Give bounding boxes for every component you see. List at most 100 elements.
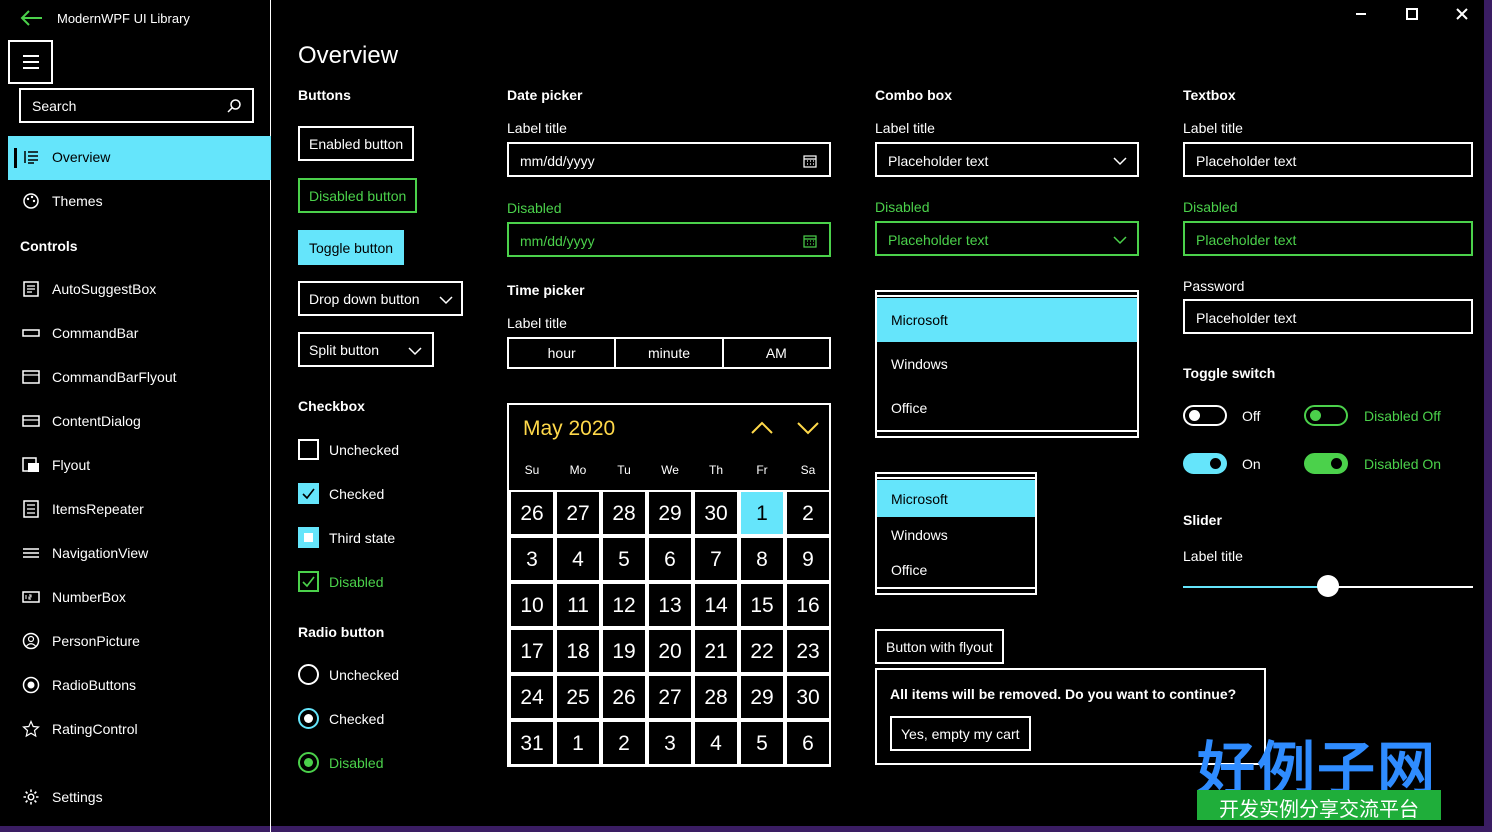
toggle-button[interactable]: Toggle button: [298, 230, 405, 265]
calendar-day[interactable]: 27: [647, 674, 693, 720]
checkbox-checked[interactable]: [298, 483, 319, 504]
search-box[interactable]: Search: [19, 88, 254, 123]
calendar-day[interactable]: 14: [693, 582, 739, 628]
calendar-day[interactable]: 6: [647, 536, 693, 582]
enabled-button[interactable]: Enabled button: [298, 126, 415, 161]
calendar-day[interactable]: 2: [601, 720, 647, 766]
calendar-day[interactable]: 27: [555, 490, 601, 536]
close-button[interactable]: [1450, 4, 1474, 24]
list-item[interactable]: Windows: [877, 342, 1137, 386]
calendar-day[interactable]: 1: [739, 490, 785, 536]
calendar-day[interactable]: 26: [509, 490, 555, 536]
nav-item-overview[interactable]: Overview: [8, 136, 271, 180]
nav-item-themes[interactable]: Themes: [8, 180, 271, 224]
nav-item-contentdialog[interactable]: ContentDialog: [8, 400, 271, 444]
calendar-day[interactable]: 7: [693, 536, 739, 582]
calendar-day[interactable]: 17: [509, 628, 555, 674]
calendar-day[interactable]: 11: [555, 582, 601, 628]
confirm-empty-cart-button[interactable]: Yes, empty my cart: [890, 716, 1031, 751]
combo-box[interactable]: Placeholder text: [875, 142, 1139, 177]
calendar-day[interactable]: 26: [601, 674, 647, 720]
calendar-icon[interactable]: [803, 154, 817, 168]
calendar-day[interactable]: 1: [555, 720, 601, 766]
radio-unchecked[interactable]: [298, 664, 319, 685]
chevron-up-icon[interactable]: [750, 420, 774, 436]
list-item[interactable]: Microsoft: [877, 480, 1035, 517]
textbox-input[interactable]: Placeholder text: [1183, 142, 1473, 177]
slider-thumb[interactable]: [1317, 575, 1339, 597]
calendar-day[interactable]: 8: [739, 536, 785, 582]
back-arrow-icon[interactable]: [18, 8, 44, 28]
time-picker-hour[interactable]: hour: [509, 339, 617, 367]
nav-item-autosuggestbox[interactable]: AutoSuggestBox: [8, 268, 271, 312]
calendar-day[interactable]: 31: [509, 720, 555, 766]
calendar-day[interactable]: 28: [601, 490, 647, 536]
checkbox-unchecked[interactable]: [298, 439, 319, 460]
combo-box-placeholder: Placeholder text: [888, 153, 989, 169]
calendar-day[interactable]: 13: [647, 582, 693, 628]
split-button[interactable]: Split button: [298, 332, 434, 367]
toggle-switch-disabled-on: [1304, 453, 1348, 474]
calendar-day[interactable]: 15: [739, 582, 785, 628]
calendar-day[interactable]: 29: [739, 674, 785, 720]
calendar-day[interactable]: 22: [739, 628, 785, 674]
calendar-day[interactable]: 9: [785, 536, 831, 582]
radio-checked[interactable]: [298, 708, 319, 729]
list-item[interactable]: Windows: [877, 517, 1035, 552]
calendar-day[interactable]: 20: [647, 628, 693, 674]
date-picker-input[interactable]: mm/dd/yyyy: [507, 142, 831, 177]
calendar-day[interactable]: 2: [785, 490, 831, 536]
toggle-switch-off[interactable]: [1183, 405, 1227, 426]
calendar-day[interactable]: 4: [693, 720, 739, 766]
calendar-day[interactable]: 25: [555, 674, 601, 720]
minimize-button[interactable]: [1349, 4, 1373, 24]
calendar-day[interactable]: 18: [555, 628, 601, 674]
calendar-day[interactable]: 3: [647, 720, 693, 766]
calendar-day[interactable]: 30: [693, 490, 739, 536]
calendar-day[interactable]: 3: [509, 536, 555, 582]
nav-item-ratingcontrol[interactable]: RatingControl: [8, 708, 271, 752]
time-picker[interactable]: hour minute AM: [507, 337, 831, 369]
nav-item-itemsrepeater[interactable]: ItemsRepeater: [8, 488, 271, 532]
maximize-button[interactable]: [1400, 4, 1424, 24]
calendar-month-title[interactable]: May 2020: [523, 417, 615, 441]
search-icon[interactable]: [226, 98, 242, 114]
nav-item-radiobuttons[interactable]: RadioButtons: [8, 664, 271, 708]
calendar-day[interactable]: 16: [785, 582, 831, 628]
calendar-day[interactable]: 4: [555, 536, 601, 582]
nav-item-personpicture[interactable]: PersonPicture: [8, 620, 271, 664]
calendar-day[interactable]: 6: [785, 720, 831, 766]
calendar-day[interactable]: 28: [693, 674, 739, 720]
calendar-day[interactable]: 19: [601, 628, 647, 674]
calendar-day[interactable]: 24: [509, 674, 555, 720]
calendar-day[interactable]: 10: [509, 582, 555, 628]
calendar-day[interactable]: 12: [601, 582, 647, 628]
drop-down-button[interactable]: Drop down button: [298, 281, 463, 316]
calendar-day[interactable]: 30: [785, 674, 831, 720]
list-item[interactable]: Microsoft: [877, 298, 1137, 342]
chevron-down-icon[interactable]: [408, 346, 422, 356]
button-with-flyout[interactable]: Button with flyout: [875, 629, 1004, 664]
combo-box-list-large: Microsoft Windows Office: [875, 290, 1139, 438]
chevron-down-icon[interactable]: [796, 420, 820, 436]
list-item[interactable]: Office: [877, 552, 1035, 587]
password-input[interactable]: Placeholder text: [1183, 299, 1473, 334]
nav-item-settings[interactable]: Settings: [8, 776, 271, 820]
toggle-switch-on[interactable]: [1183, 453, 1227, 474]
nav-item-navigationview[interactable]: NavigationView: [8, 532, 271, 576]
nav-item-commandbar[interactable]: CommandBar: [8, 312, 271, 356]
calendar-day[interactable]: 23: [785, 628, 831, 674]
nav-item-commandbarflyout[interactable]: CommandBarFlyout: [8, 356, 271, 400]
time-picker-ampm[interactable]: AM: [724, 339, 829, 367]
calendar-day[interactable]: 29: [647, 490, 693, 536]
slider-track[interactable]: [1183, 575, 1473, 597]
calendar-day[interactable]: 21: [693, 628, 739, 674]
nav-item-numberbox[interactable]: NumberBox: [8, 576, 271, 620]
checkbox-third-state[interactable]: [298, 527, 319, 548]
calendar-day[interactable]: 5: [739, 720, 785, 766]
list-item[interactable]: Office: [877, 386, 1137, 430]
time-picker-minute[interactable]: minute: [616, 339, 724, 367]
nav-item-flyout[interactable]: Flyout: [8, 444, 271, 488]
hamburger-button[interactable]: [8, 40, 53, 84]
calendar-day[interactable]: 5: [601, 536, 647, 582]
